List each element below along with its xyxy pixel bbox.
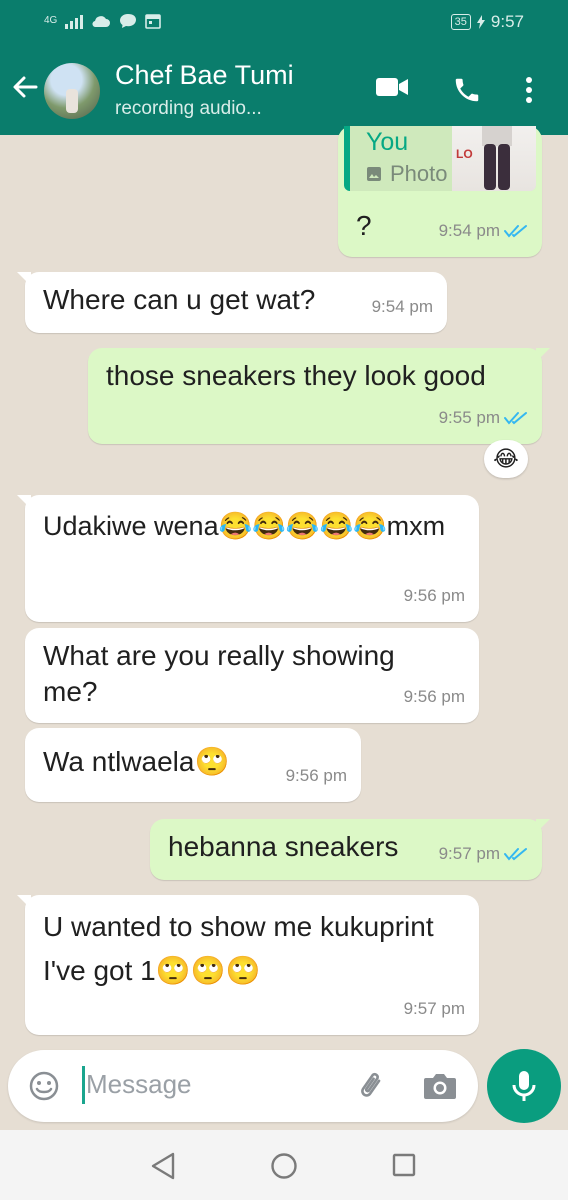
message-bubble[interactable]: Wa ntlwaela🙄 9:56 pm — [25, 728, 361, 802]
chat-header: Chef Bae Tumi recording audio... — [0, 48, 568, 135]
video-call-button[interactable] — [375, 75, 409, 103]
message-bubble[interactable]: U wanted to show me kukuprint I've got 1… — [17, 895, 479, 1035]
system-nav-bar — [0, 1130, 568, 1200]
message-text: Udakiwe wena😂😂😂😂😂mxm — [43, 511, 446, 541]
paperclip-icon[interactable] — [356, 1070, 390, 1104]
message-composer[interactable]: Message — [8, 1050, 478, 1122]
message-text: those sneakers they look good — [106, 360, 486, 391]
charging-bolt-icon — [476, 15, 485, 29]
nav-home-icon[interactable] — [270, 1152, 298, 1180]
video-call-icon — [376, 78, 408, 96]
contact-status: recording audio... — [115, 98, 262, 119]
message-time: 9:57 pm — [403, 999, 465, 1018]
quoted-photo-thumbnail: LO — [452, 126, 536, 191]
contact-name[interactable]: Chef Bae Tumi — [115, 60, 294, 91]
message-meta: 9:57 pm — [439, 836, 528, 872]
status-right: 35 9:57 — [450, 12, 524, 32]
network-label: 4G — [44, 15, 58, 26]
message-meta: 9:54 pm — [372, 289, 433, 325]
mic-icon — [512, 1071, 536, 1101]
arrow-left-icon — [13, 76, 38, 98]
message-bubble[interactable]: You Photo LO ? 9:54 pm — [338, 126, 542, 257]
emoji-icon[interactable] — [28, 1070, 60, 1102]
message-bubble[interactable]: What are you really showing me? 9:56 pm — [25, 628, 479, 723]
quoted-author: You — [366, 128, 409, 156]
status-bar: 4G 35 9:57 — [0, 0, 568, 48]
reaction-emoji: 😂 — [493, 446, 519, 472]
read-ticks-icon — [504, 225, 527, 238]
message-bubble[interactable]: Where can u get wat? 9:54 pm — [17, 272, 447, 333]
quoted-type-label: Photo — [390, 161, 448, 186]
contact-avatar[interactable] — [44, 63, 100, 119]
message-time: 9:55 pm — [438, 408, 500, 427]
status-time: 9:57 — [490, 12, 524, 31]
quoted-type: Photo — [366, 156, 448, 192]
message-meta: 9:56 pm — [404, 578, 465, 614]
message-meta: 9:56 pm — [404, 679, 465, 715]
nav-back-icon[interactable] — [150, 1152, 176, 1180]
more-options-button[interactable] — [524, 75, 534, 109]
image-icon — [367, 167, 381, 181]
message-meta: 9:56 pm — [286, 758, 347, 794]
battery-indicator: 35 — [450, 14, 471, 30]
more-vert-icon — [526, 77, 532, 103]
message-text: ? — [356, 210, 372, 241]
message-input[interactable]: Message — [86, 1069, 192, 1100]
message-time: 9:57 pm — [438, 844, 500, 863]
message-meta: 9:54 pm — [439, 213, 528, 249]
read-ticks-icon — [504, 848, 527, 861]
text-caret — [82, 1066, 85, 1104]
message-text: U wanted to show me kukuprint I've got 1… — [43, 911, 434, 986]
message-reaction[interactable]: 😂 — [484, 440, 528, 478]
message-time: 9:56 pm — [285, 766, 347, 785]
camera-icon[interactable] — [422, 1070, 458, 1102]
message-meta: 9:55 pm — [439, 400, 528, 436]
message-bubble[interactable]: those sneakers they look good 9:55 pm — [88, 348, 550, 444]
chat-bubble-icon — [120, 14, 137, 28]
read-ticks-icon — [504, 412, 527, 425]
nav-recents-icon[interactable] — [392, 1153, 416, 1177]
message-bubble[interactable]: Udakiwe wena😂😂😂😂😂mxm 9:56 pm — [17, 495, 479, 622]
voice-call-button[interactable] — [452, 75, 482, 109]
status-left: 4G — [44, 13, 162, 29]
calendar-icon — [145, 14, 162, 29]
message-bubble[interactable]: hebanna sneakers 9:57 pm — [150, 819, 550, 880]
back-button[interactable] — [10, 72, 42, 108]
signal-icon — [65, 13, 84, 29]
message-text: What are you really showing me? — [43, 640, 395, 707]
message-time: 9:54 pm — [371, 297, 433, 316]
message-time: 9:56 pm — [403, 687, 465, 706]
message-time: 9:56 pm — [403, 586, 465, 605]
voice-record-button[interactable] — [487, 1049, 561, 1123]
message-meta: 9:57 pm — [404, 991, 465, 1027]
cloud-icon — [92, 16, 111, 28]
phone-icon — [455, 78, 479, 102]
message-time: 9:54 pm — [438, 221, 500, 240]
